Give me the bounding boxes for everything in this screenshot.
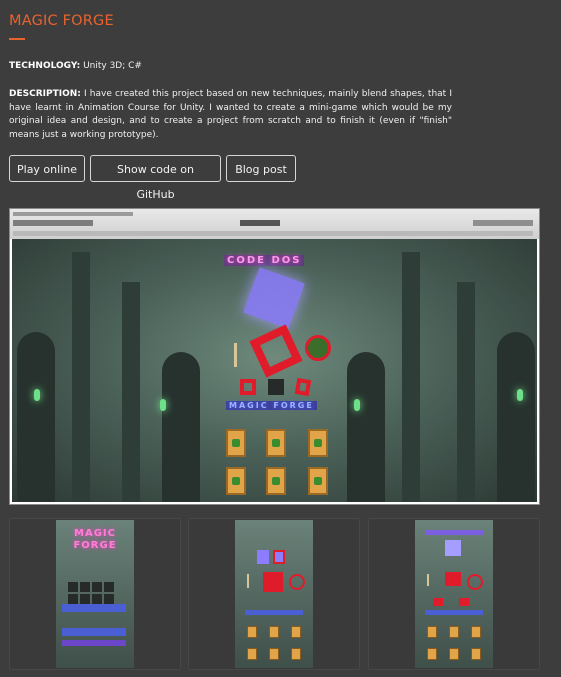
- page-title: MAGIC FORGE: [9, 13, 114, 29]
- red-ring: [305, 335, 331, 361]
- thumb1-title-line1: MAGIC: [74, 528, 116, 539]
- thumbnail-3[interactable]: [368, 518, 540, 670]
- game-scene: CODE DOS MAGIC FORGE: [12, 239, 537, 502]
- play-online-button[interactable]: Play online: [9, 155, 85, 182]
- technology-line: TECHNOLOGY: Unity 3D; C#: [9, 61, 142, 71]
- main-screenshot[interactable]: CODE DOS MAGIC FORGE: [9, 208, 540, 505]
- technology-value: Unity 3D; C#: [83, 61, 142, 71]
- candle: [234, 343, 237, 367]
- thumbnail-1[interactable]: MAGIC FORGE: [9, 518, 181, 670]
- description-label: DESCRIPTION:: [9, 89, 81, 99]
- scene-top-label: CODE DOS: [224, 255, 305, 266]
- blog-post-button[interactable]: Blog post: [226, 155, 296, 182]
- technology-label: TECHNOLOGY:: [9, 61, 81, 71]
- thumb1-title-line2: FORGE: [73, 540, 117, 551]
- scene-mid-label: MAGIC FORGE: [226, 401, 317, 410]
- thumbnail-2[interactable]: [188, 518, 360, 670]
- red-rune: [249, 324, 303, 378]
- description-paragraph: DESCRIPTION: I have created this project…: [9, 88, 452, 142]
- title-underline: [9, 38, 25, 40]
- show-code-github-button[interactable]: Show code on GitHub: [90, 155, 221, 201]
- unity-editor-toolbar: [10, 209, 539, 239]
- floating-blue-rune: [243, 267, 305, 329]
